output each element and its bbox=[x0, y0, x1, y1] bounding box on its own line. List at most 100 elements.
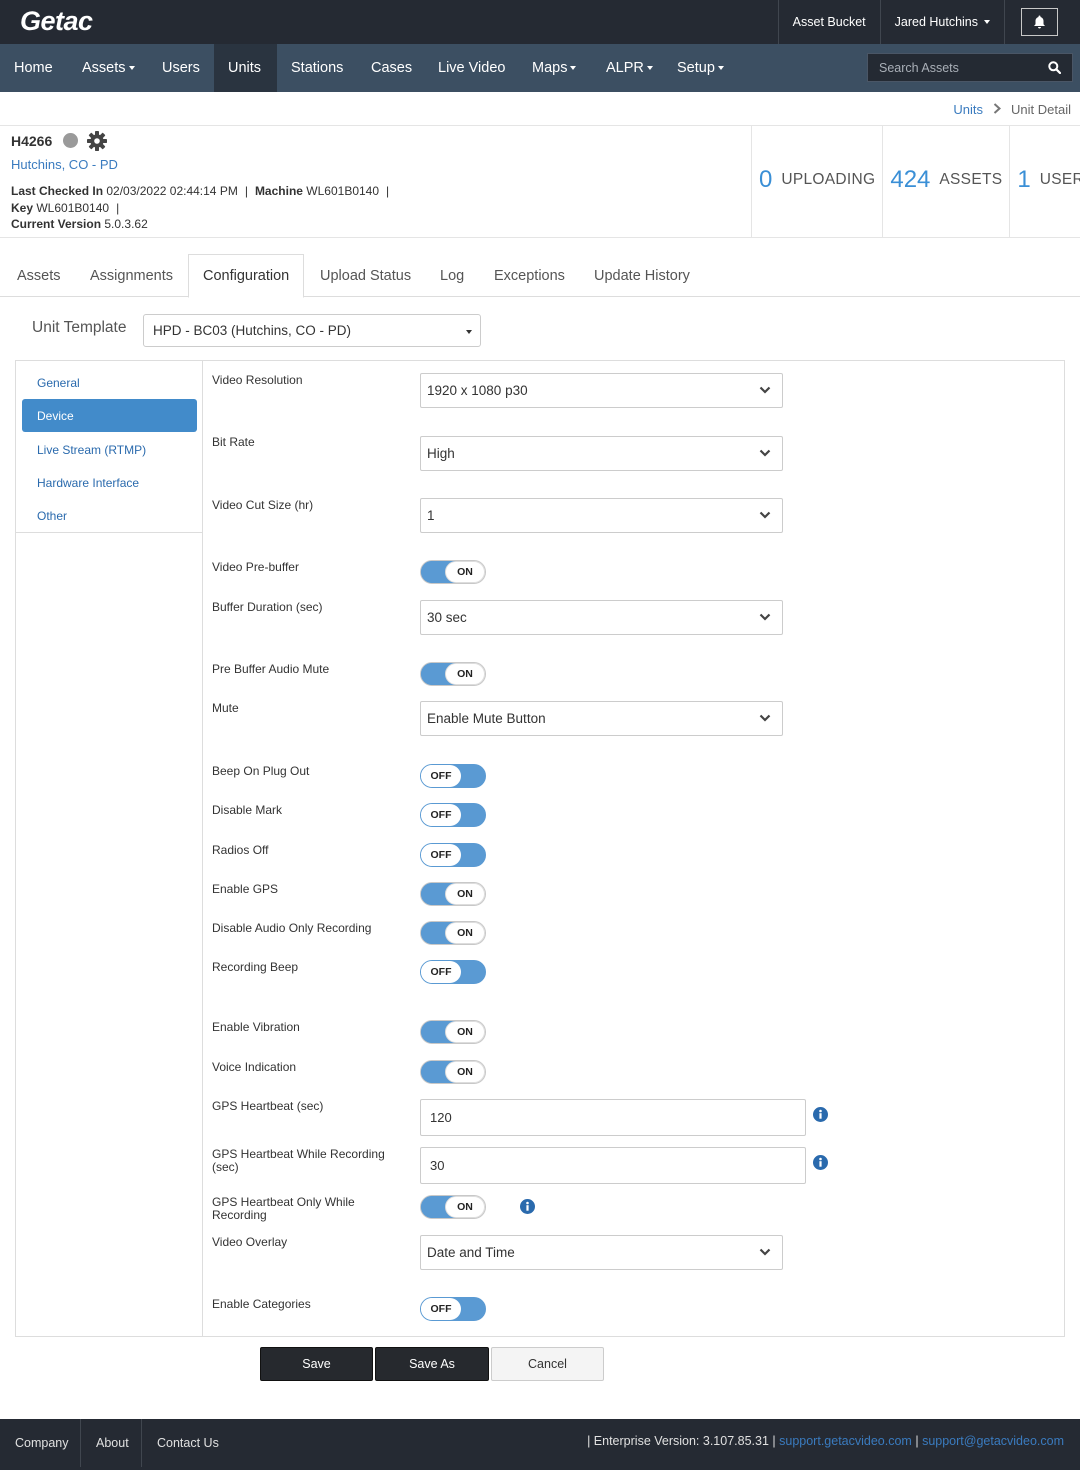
info-icon[interactable] bbox=[813, 1107, 828, 1122]
video-resolution-label: Video Resolution bbox=[212, 373, 303, 387]
beep-on-plug-out-label: Beep On Plug Out bbox=[212, 764, 310, 778]
tab-exceptions[interactable]: Exceptions bbox=[494, 254, 565, 297]
mute-select[interactable]: Enable Mute Button bbox=[420, 701, 783, 736]
stat-uploading-label: UPLOADING bbox=[781, 170, 876, 188]
toggle-state: OFF bbox=[421, 804, 461, 826]
sidebar-item-live-stream[interactable]: Live Stream (RTMP) bbox=[22, 433, 197, 466]
separator: | bbox=[244, 184, 248, 198]
chevron-down-icon bbox=[759, 714, 771, 722]
buffer-duration-value: 30 sec bbox=[427, 610, 467, 625]
video-prebuffer-toggle[interactable]: ON bbox=[420, 560, 486, 584]
nav-live-video[interactable]: Live Video bbox=[424, 44, 519, 92]
support-email-link[interactable]: support@getacvideo.com bbox=[922, 1434, 1064, 1448]
asset-bucket-link[interactable]: Asset Bucket bbox=[777, 0, 880, 44]
unit-tabs: Assets Assignments Configuration Upload … bbox=[0, 254, 1080, 298]
support-site-link[interactable]: support.getacvideo.com bbox=[779, 1434, 912, 1448]
search-input[interactable] bbox=[868, 54, 1038, 81]
sidebar-item-other[interactable]: Other bbox=[22, 499, 197, 532]
tab-assignments[interactable]: Assignments bbox=[90, 254, 173, 297]
cancel-button[interactable]: Cancel bbox=[491, 1347, 604, 1381]
nav-cases[interactable]: Cases bbox=[357, 44, 426, 92]
footer-about-link[interactable]: About bbox=[81, 1419, 142, 1467]
voice-indication-toggle[interactable]: ON bbox=[420, 1060, 486, 1084]
chevron-right-icon bbox=[993, 102, 1002, 117]
gps-heartbeat-input[interactable]: 120 bbox=[420, 1099, 806, 1136]
enable-vibration-toggle[interactable]: ON bbox=[420, 1020, 486, 1044]
video-cut-size-select[interactable]: 1 bbox=[420, 498, 783, 533]
enable-gps-toggle[interactable]: ON bbox=[420, 882, 486, 906]
footer-contact-link[interactable]: Contact Us bbox=[142, 1419, 234, 1467]
stat-uploading[interactable]: 0 UPLOADING bbox=[751, 126, 882, 237]
enterprise-version: | Enterprise Version: 3.107.85.31 | bbox=[587, 1434, 776, 1448]
bit-rate-select[interactable]: High bbox=[420, 436, 783, 471]
video-overlay-select[interactable]: Date and Time bbox=[420, 1235, 783, 1270]
sidebar-item-general[interactable]: General bbox=[22, 366, 197, 399]
info-icon[interactable] bbox=[813, 1155, 828, 1170]
nav-units[interactable]: Units bbox=[214, 44, 277, 92]
video-cut-size-label: Video Cut Size (hr) bbox=[212, 498, 314, 512]
nav-assets[interactable]: Assets bbox=[68, 44, 149, 92]
gps-heartbeat-only-recording-toggle[interactable]: ON bbox=[420, 1195, 486, 1219]
chevron-down-icon bbox=[759, 511, 771, 519]
save-button[interactable]: Save bbox=[260, 1347, 373, 1381]
nav-alpr[interactable]: ALPR bbox=[592, 44, 667, 92]
footer: Company About Contact Us | Enterprise Ve… bbox=[0, 1419, 1080, 1470]
separator: | bbox=[386, 184, 390, 198]
nav-maps[interactable]: Maps bbox=[518, 44, 590, 92]
footer-company-link[interactable]: Company bbox=[0, 1419, 81, 1467]
nav-setup[interactable]: Setup bbox=[663, 44, 738, 92]
save-as-button[interactable]: Save As bbox=[375, 1347, 489, 1381]
user-menu[interactable]: Jared Hutchins bbox=[879, 0, 1004, 44]
getac-logo[interactable]: Getac bbox=[20, 6, 93, 37]
tab-configuration[interactable]: Configuration bbox=[188, 254, 305, 298]
info-icon[interactable] bbox=[520, 1199, 535, 1214]
stat-users-count: 1 bbox=[1017, 165, 1031, 193]
nav-home[interactable]: Home bbox=[0, 44, 67, 92]
unit-location-link[interactable]: Hutchins, CO - PD bbox=[11, 157, 118, 172]
version-value: 5.0.3.62 bbox=[104, 217, 148, 231]
tab-log[interactable]: Log bbox=[440, 254, 464, 297]
config-sidebar: General Device Live Stream (RTMP) Hardwa… bbox=[16, 361, 203, 1336]
enable-categories-toggle[interactable]: OFF bbox=[420, 1297, 486, 1321]
toggle-state: ON bbox=[445, 561, 485, 583]
beep-on-plug-out-toggle[interactable]: OFF bbox=[420, 764, 486, 788]
unit-meta-line-3: Current Version 5.0.3.62 bbox=[11, 217, 148, 231]
caret-down-icon bbox=[570, 66, 577, 70]
sidebar-item-device[interactable]: Device bbox=[22, 399, 197, 432]
tab-upload-status[interactable]: Upload Status bbox=[320, 254, 411, 297]
stat-assets[interactable]: 424 ASSETS bbox=[882, 126, 1009, 237]
toggle-state: ON bbox=[445, 1061, 485, 1083]
nav-users[interactable]: Users bbox=[148, 44, 214, 92]
gear-icon[interactable] bbox=[86, 130, 108, 157]
recording-beep-toggle[interactable]: OFF bbox=[420, 960, 486, 984]
breadcrumb-units-link[interactable]: Units bbox=[953, 102, 983, 117]
disable-audio-only-toggle[interactable]: ON bbox=[420, 921, 486, 945]
tab-assets[interactable]: Assets bbox=[17, 254, 61, 297]
disable-mark-toggle[interactable]: OFF bbox=[420, 803, 486, 827]
unit-template-label: Unit Template bbox=[32, 319, 127, 336]
bit-rate-value: High bbox=[427, 446, 455, 461]
chevron-down-icon bbox=[759, 386, 771, 394]
tab-update-history[interactable]: Update History bbox=[594, 254, 690, 297]
unit-template-select[interactable]: HPD - BC03 (Hutchins, CO - PD) bbox=[143, 314, 481, 347]
user-name: Jared Hutchins bbox=[894, 15, 978, 29]
search-button[interactable] bbox=[1036, 54, 1072, 81]
buffer-duration-select[interactable]: 30 sec bbox=[420, 600, 783, 635]
separator: | bbox=[116, 201, 120, 215]
video-resolution-select[interactable]: 1920 x 1080 p30 bbox=[420, 373, 783, 408]
toggle-state: ON bbox=[445, 663, 485, 685]
nav-stations[interactable]: Stations bbox=[277, 44, 357, 92]
version-label: Current Version bbox=[11, 217, 102, 231]
gps-heartbeat-recording-input[interactable]: 30 bbox=[420, 1147, 806, 1184]
radios-off-toggle[interactable]: OFF bbox=[420, 843, 486, 867]
sidebar-item-hardware-interface[interactable]: Hardware Interface bbox=[22, 466, 197, 499]
nav-maps-label: Maps bbox=[532, 60, 568, 76]
toggle-state: ON bbox=[445, 1021, 485, 1043]
stat-users[interactable]: 1 USERS bbox=[1009, 126, 1080, 237]
notifications-button[interactable] bbox=[1021, 8, 1058, 36]
pre-buffer-audio-mute-toggle[interactable]: ON bbox=[420, 662, 486, 686]
enable-vibration-label: Enable Vibration bbox=[212, 1020, 300, 1034]
toggle-state: OFF bbox=[421, 961, 461, 983]
toggle-state: OFF bbox=[421, 1298, 461, 1320]
gps-heartbeat-label: GPS Heartbeat (sec) bbox=[212, 1099, 324, 1113]
